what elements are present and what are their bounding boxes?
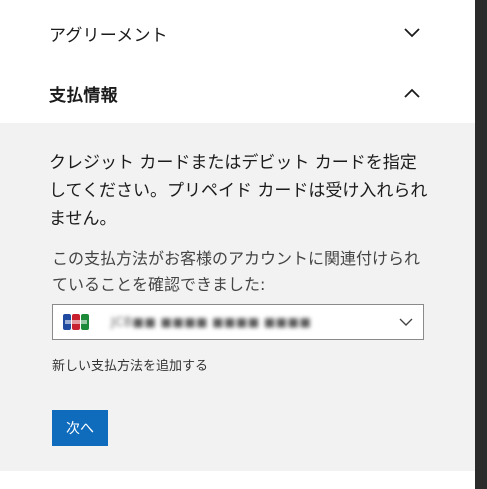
chevron-down-icon [404, 28, 420, 38]
add-payment-method-link[interactable]: 新しい支払方法を追加する [52, 355, 208, 374]
page: アグリーメント 支払情報 クレジット カードまたはデビット カードを指定してくだ… [0, 0, 487, 489]
payment-section-panel: クレジット カードまたはデビット カードを指定してください。プリペイド カードは… [0, 123, 475, 471]
card-number-masked: JCB■■ ■■■■ ■■■■ ■■■■ [111, 315, 312, 329]
payment-section-title: 支払情報 [49, 85, 118, 106]
payment-section-header[interactable]: 支払情報 [0, 63, 475, 123]
payment-instructions: クレジット カードまたはデビット カードを指定してください。プリペイド カードは… [49, 153, 428, 229]
jcb-card-icon [63, 314, 89, 330]
agreement-section-title: アグリーメント [49, 25, 168, 46]
window-edge [475, 0, 487, 489]
next-button[interactable]: 次へ [52, 410, 108, 446]
chevron-down-icon [399, 318, 413, 326]
payment-confirmation-text: この支払方法がお客様のアカウントに関連付けられていることを確認できました: [52, 249, 421, 294]
chevron-up-icon [404, 88, 420, 98]
payment-method-select[interactable]: JCB■■ ■■■■ ■■■■ ■■■■ [52, 304, 424, 340]
agreement-section-header[interactable]: アグリーメント [0, 3, 475, 63]
